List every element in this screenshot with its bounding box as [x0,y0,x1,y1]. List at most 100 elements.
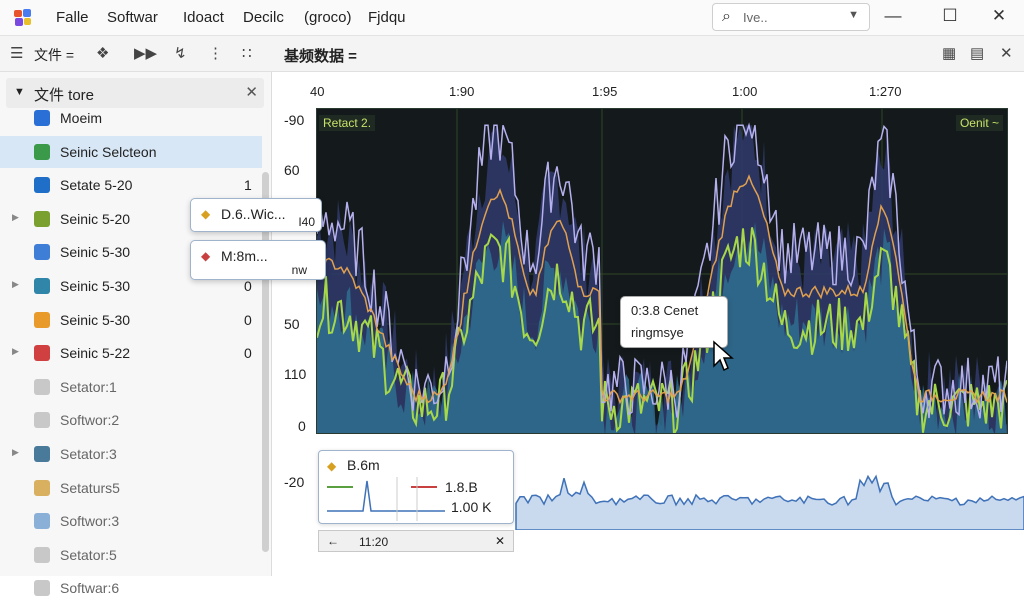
branch-icon[interactable]: ↯ [174,44,187,62]
toolbar-title: 文件 = [34,47,75,63]
document-icon[interactable]: ▤ [970,44,984,62]
chevron-down-icon[interactable]: ▼ [848,9,859,21]
x-tick: 1:270 [869,84,902,99]
item-icon [34,479,50,496]
sidebar-item-label: Seinic 5-30 [60,311,131,328]
sidebar-item-label: Seinic 5-30 [60,244,131,261]
forward-icon[interactable]: ▶▶ [134,44,157,62]
sidebar-item-label: Setate 5-20 [60,177,133,194]
legend-mini-chart [327,477,445,521]
sidebar-item[interactable]: Setator:5 [0,539,262,571]
sidebar-item-label: Seinic 5-20 [60,210,131,227]
menu-help[interactable]: Fjdqu [368,9,406,26]
menu-file[interactable]: Falle [56,9,89,26]
page-title: 基频数据 = [284,48,357,65]
sidebar-item[interactable]: Softwar:6 [0,572,262,604]
sidebar-item[interactable]: Setator:1 [0,371,262,403]
sidebar-item[interactable]: Seinic Selcteon [0,135,262,168]
more-icon[interactable]: ⋮ [208,44,223,62]
tooltip-text: M:8m... [221,248,268,264]
minimize-button[interactable]: — [880,6,906,26]
legend-title: B.6m [347,457,380,473]
sidebar-item[interactable]: Setaturs5 [0,472,262,504]
sidebar-item-label: Seinic 5-30 [60,278,131,294]
item-icon [34,580,50,597]
menu-bar: Falle Softwar Idoact Decilc (groco) Fjdq… [0,0,1024,36]
readout-line-2: ringmsye [631,325,684,340]
sidebar-item-count: 1 [244,177,252,194]
sidebar-item[interactable]: Softwor:2 [0,404,262,436]
x-tick: 1:90 [449,84,475,99]
tooltip-text: D.6..Wic... [221,206,286,222]
tooltip-marker-2[interactable]: ◆ M:8m... nw [190,240,326,280]
readout-line-1: 0:3.8 Cenet [631,303,699,318]
sidebar-toolbar: ☰ 文件 = ❖ ▶▶ ↯ ⋮ ∷ [0,36,272,72]
item-icon [34,378,50,395]
close-panel-icon[interactable]: ✕ [245,83,258,101]
close-icon[interactable]: ✕ [495,534,505,548]
y-tick: 0 [298,418,306,434]
legend-navigator[interactable]: ← 11:20 ✕ [318,530,514,552]
y-tick: 50 [284,316,300,332]
expand-arrow-icon[interactable]: ▶ [12,279,19,290]
arrow-left-icon[interactable]: ← [327,534,339,548]
sidebar-item-label: Setator:3 [60,446,117,462]
app-logo-icon [14,9,31,26]
item-icon [34,110,50,126]
search-input[interactable]: Ive.. [743,10,768,25]
close-window-button[interactable]: ✕ [986,6,1012,26]
close-tab-icon[interactable]: ✕ [1000,44,1013,62]
sidebar-item-label: Seinic 5-22 [60,345,131,362]
layout-icon[interactable]: ▦ [942,44,956,62]
expand-arrow-icon[interactable]: ▶ [12,212,19,223]
sidebar-item[interactable]: Seinic 5-30 0 [0,304,262,336]
sidebar-item-count: 0 [244,278,252,294]
y-tick: 60 [284,162,300,178]
x-tick: 40 [310,84,325,99]
menu-software[interactable]: Softwar [107,9,158,26]
item-icon [34,446,50,462]
y-tick: -90 [284,112,305,128]
legend-value-2: 1.00 K [451,499,492,515]
marker-icon: ◆ [201,249,211,263]
sidebar-item[interactable]: Softwor:3 [0,505,262,537]
sidebar-item-label: Moeim [60,110,103,126]
item-icon [34,143,50,160]
menu-device[interactable]: Decilc [243,9,284,26]
sidebar-item[interactable]: Setate 5-20 1 [0,169,262,201]
sidebar-item-count: 0 [244,345,252,362]
spectrum-svg [316,109,1008,438]
collapse-arrow-icon[interactable]: ▼ [14,86,25,98]
item-icon [34,546,50,563]
sidebar-item-count: 0 [244,311,252,328]
item-icon [34,311,50,328]
sidebar-item[interactable]: ▶ Setator:3 [0,438,262,470]
diamond-icon: ◆ [201,207,211,221]
legend-nav-value: 11:20 [359,535,389,549]
menu-project[interactable]: Idoact [183,9,224,26]
x-tick: 1:95 [592,84,618,99]
sidebar-item-label: Softwor:2 [60,412,120,429]
sidebar-item-label: Softwor:3 [60,513,120,530]
search-icon: ⌕ [722,8,731,25]
legend-panel[interactable]: ◆ B.6m 1.8.B 1.00 K [318,450,514,524]
tooltip-side: I40 [298,215,315,229]
grid-icon[interactable]: ∷ [242,44,252,62]
list-icon[interactable]: ☰ [10,44,23,62]
expand-arrow-icon[interactable]: ▶ [12,447,19,458]
tooltip-marker-1[interactable]: ◆ D.6..Wic... I40 [190,198,322,232]
x-axis: 40 1:90 1:95 1:00 1:270 [272,72,1024,110]
file-tree-panel: ▼ 文件 tore ✕ Moeim Seinic Selcteon Setate 5… [0,72,272,597]
tooltip-side: nw [291,263,307,277]
split-icon[interactable]: ❖ [96,44,109,62]
sidebar-item[interactable]: ▶ Seinic 5-22 0 [0,337,262,369]
sidebar-item-label: Softwar:6 [60,580,120,597]
maximize-button[interactable]: ☐ [937,6,963,26]
spectrum-plot[interactable]: Retact 2. Oenit ~ [316,108,1008,438]
plot-label-right[interactable]: Oenit ~ [955,115,1003,131]
menu-group[interactable]: (groco) [304,9,352,26]
sidebar-item-label: Setaturs5 [60,479,120,496]
sidebar-item[interactable]: Moeim [0,102,262,134]
search-box[interactable]: ⌕ Ive.. ▼ [712,3,870,31]
expand-arrow-icon[interactable]: ▶ [12,346,19,357]
